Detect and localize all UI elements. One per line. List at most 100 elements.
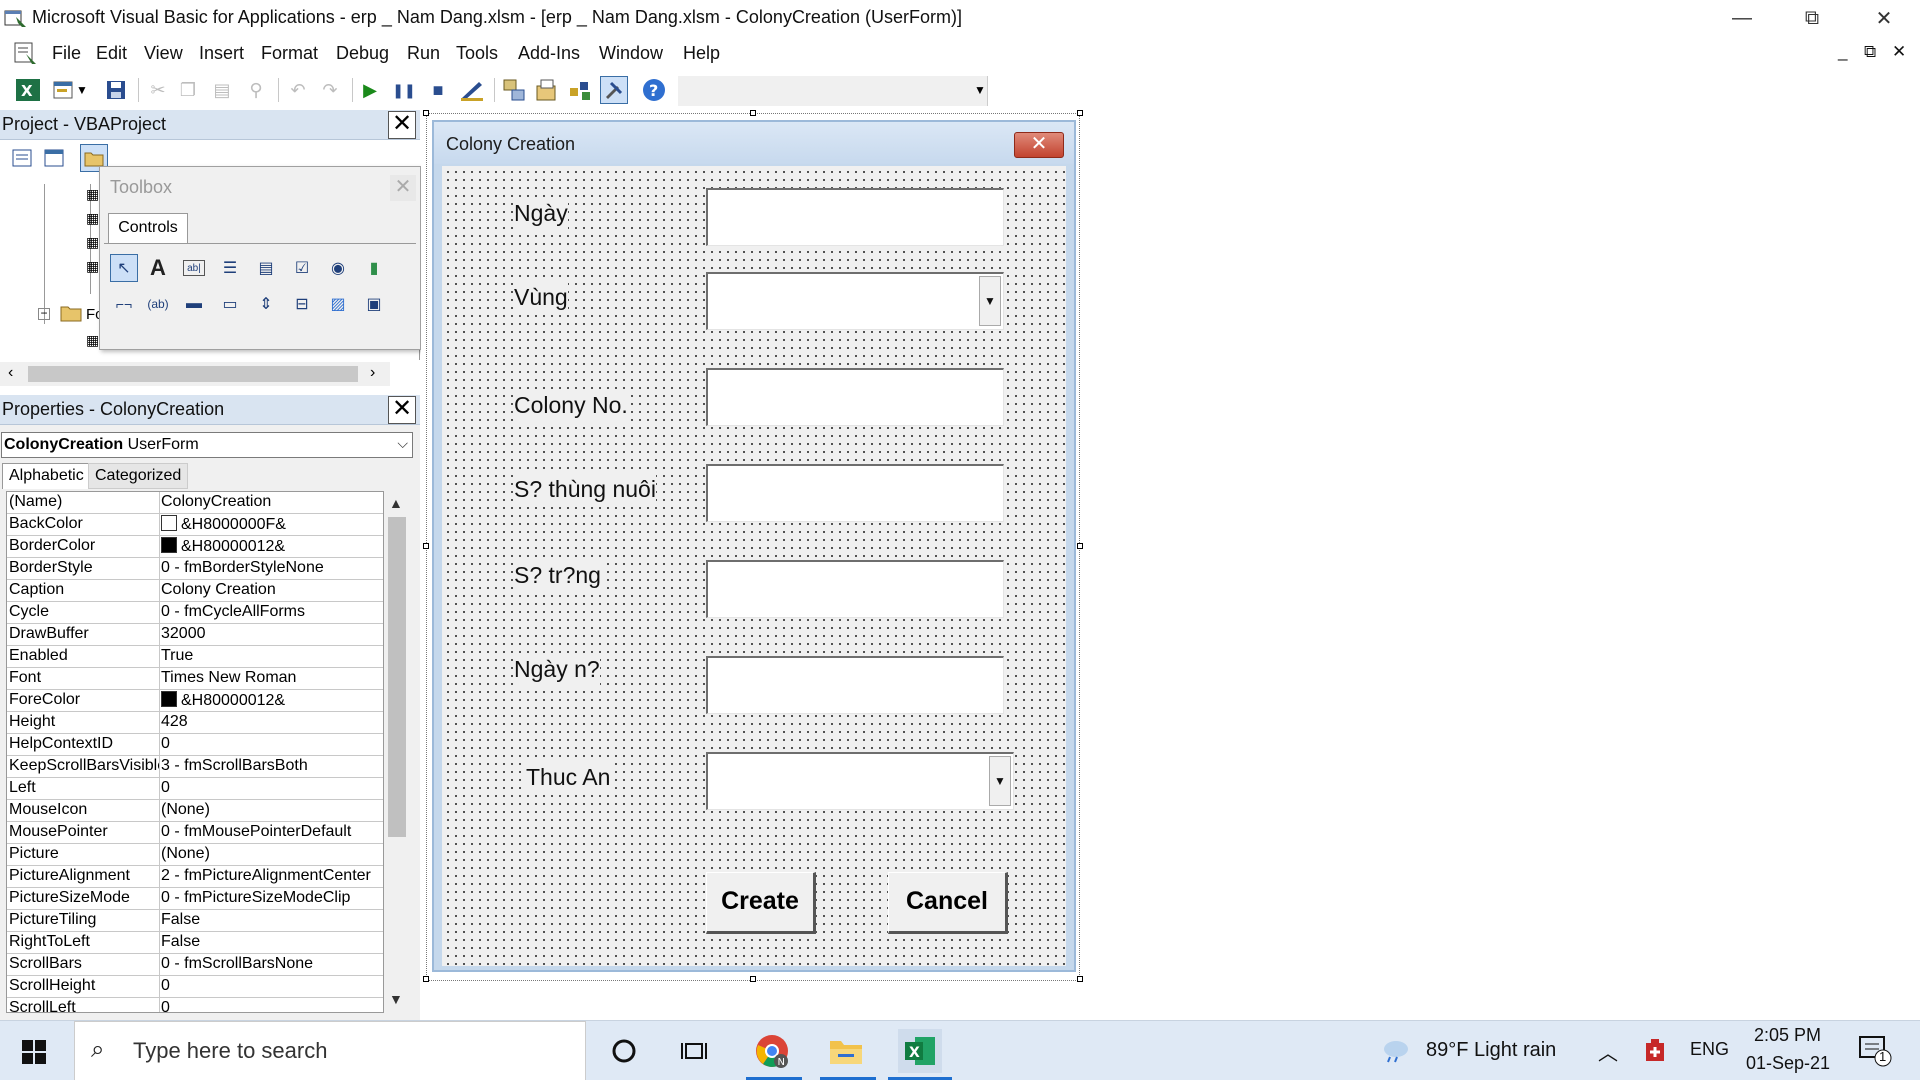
break-icon[interactable]: ❚❚ [390, 76, 418, 104]
scrollbar-control-icon[interactable]: ⇕ [252, 290, 280, 318]
mdi-restore-button[interactable]: ⧉ [1864, 42, 1876, 62]
label-colony-no[interactable]: Colony No. [514, 390, 628, 421]
commandbutton-control-icon[interactable]: (ab) [144, 290, 172, 318]
property-value-cell[interactable]: 0 [161, 999, 381, 1012]
property-value-cell[interactable]: &H8000000F& [161, 515, 381, 534]
scroll-thumb[interactable] [28, 366, 358, 382]
label-thuc-an[interactable]: Thuc An [526, 762, 611, 793]
clock-time[interactable]: 2:05 PM [1754, 1025, 1821, 1046]
property-value-cell[interactable]: False [161, 933, 381, 951]
mdi-minimize-button[interactable]: _ [1838, 42, 1847, 62]
menu-file[interactable]: File [52, 43, 81, 64]
textbox-so-trung[interactable] [706, 560, 1004, 618]
property-value-cell[interactable]: 32000 [161, 625, 381, 643]
tabstrip-control-icon[interactable]: ▬ [180, 290, 208, 318]
toolbox-close-button[interactable]: ✕ [390, 175, 416, 201]
property-row[interactable]: ForeColor &H80000012& [7, 690, 383, 712]
property-value-cell[interactable]: 0 [161, 977, 381, 995]
properties-vertical-scrollbar[interactable]: ▲ ▼ [384, 491, 410, 1013]
project-panel-close-button[interactable]: ✕ [388, 111, 416, 139]
property-value-cell[interactable]: (None) [161, 845, 381, 863]
label-control-icon[interactable]: A [144, 254, 172, 282]
property-value-cell[interactable]: 0 - fmCycleAllForms [161, 603, 381, 621]
userform-icon[interactable]: ▦ [86, 332, 99, 349]
resize-handle[interactable] [750, 110, 756, 116]
property-row[interactable]: Font Times New Roman [7, 668, 383, 690]
property-value-cell[interactable]: False [161, 911, 381, 929]
property-value-cell[interactable]: True [161, 647, 381, 665]
textbox-ngay-no[interactable] [706, 656, 1004, 714]
multipage-control-icon[interactable]: ▭ [216, 290, 244, 318]
label-so-thung-nuoi[interactable]: S? thùng nuôi [514, 474, 656, 505]
cut-icon[interactable]: ✂ [144, 76, 172, 104]
object-selector-combo[interactable]: ColonyCreation UserForm ⌵ [1, 432, 413, 458]
undo-icon[interactable]: ↶ [284, 76, 312, 104]
project-horizontal-scrollbar[interactable]: ‹ › [0, 362, 390, 386]
property-row[interactable]: MouseIcon (None) [7, 800, 383, 822]
property-value-cell[interactable]: &H80000012& [161, 537, 381, 556]
colony-creation-userform[interactable]: Colony Creation ✕ Ngày Vùng ▼ Colony No.… [432, 120, 1076, 972]
frame-control-icon[interactable]: ⌐¬ [110, 290, 138, 318]
refedit-control-icon[interactable]: ▣ [360, 290, 388, 318]
property-row[interactable]: BorderStyle 0 - fmBorderStyleNone [7, 558, 383, 580]
mdi-close-button[interactable]: ✕ [1892, 42, 1906, 62]
menu-help[interactable]: Help [683, 43, 720, 64]
reset-icon[interactable]: ■ [424, 76, 452, 104]
property-row[interactable]: RightToLeft False [7, 932, 383, 954]
run-icon[interactable]: ▶ [356, 76, 384, 104]
property-value-cell[interactable]: 2 - fmPictureAlignmentCenter [161, 867, 381, 885]
resize-handle[interactable] [750, 976, 756, 982]
textbox-so-thung-nuoi[interactable] [706, 464, 1004, 522]
label-ngay-no[interactable]: Ngày n? [514, 654, 600, 685]
property-value-cell[interactable]: 3 - fmScrollBarsBoth [161, 757, 381, 775]
properties-grid[interactable]: (Name) ColonyCreation BackColor &H8000000F&… [6, 491, 384, 1013]
resize-handle[interactable] [1077, 110, 1083, 116]
checkbox-control-icon[interactable]: ☑ [288, 254, 316, 282]
find-icon[interactable]: ⚲ [242, 76, 270, 104]
toolbox-tab-controls[interactable]: Controls [108, 213, 188, 243]
property-value-cell[interactable]: 0 - fmScrollBarsNone [161, 955, 381, 973]
vba-document-icon[interactable] [12, 40, 38, 66]
chevron-down-icon[interactable]: ▼ [989, 756, 1011, 806]
property-row[interactable]: KeepScrollBarsVisible 3 - fmScrollBarsBot… [7, 756, 383, 778]
spinbutton-control-icon[interactable]: ⊟ [288, 290, 316, 318]
textbox-control-icon[interactable]: ab| [183, 260, 205, 276]
property-row[interactable]: BackColor &H8000000F& [7, 514, 383, 536]
textbox-ngay[interactable] [706, 188, 1004, 246]
view-code-icon[interactable] [8, 144, 36, 172]
chevron-down-icon[interactable]: ⌵ [397, 435, 408, 452]
property-row[interactable]: Caption Colony Creation [7, 580, 383, 602]
menu-insert[interactable]: Insert [199, 43, 244, 64]
folder-icon[interactable] [60, 304, 82, 327]
excel-icon[interactable]: X [14, 76, 42, 104]
restore-button[interactable]: ⧉ [1783, 0, 1841, 36]
property-value-cell[interactable]: Times New Roman [161, 669, 381, 687]
show-hidden-icons-icon[interactable]: ︿ [1598, 1037, 1618, 1066]
togglebutton-control-icon[interactable]: ▮ [360, 254, 388, 282]
menu-edit[interactable]: Edit [96, 43, 127, 64]
menu-window[interactable]: Window [599, 43, 663, 64]
property-row[interactable]: ScrollHeight 0 [7, 976, 383, 998]
property-row[interactable]: Picture (None) [7, 844, 383, 866]
weather-icon[interactable] [1380, 1037, 1412, 1068]
module-icon[interactable]: ▦ [86, 234, 99, 251]
toolbox-icon[interactable] [600, 76, 628, 104]
clock-date[interactable]: 01-Sep-21 [1746, 1053, 1830, 1074]
property-value-cell[interactable]: (None) [161, 801, 381, 819]
module-icon[interactable]: ▦ [86, 186, 99, 203]
property-row[interactable]: PictureSizeMode 0 - fmPictureSizeModeClip [7, 888, 383, 910]
taskbar-search-box[interactable]: ⌕ Type here to search [74, 1021, 586, 1080]
resize-handle[interactable] [423, 976, 429, 982]
property-value-cell[interactable]: 428 [161, 713, 381, 731]
scroll-down-icon[interactable]: ▼ [389, 991, 403, 1007]
language-indicator[interactable]: ENG [1690, 1039, 1729, 1060]
module-icon[interactable]: ▦ [86, 258, 99, 275]
property-value-cell[interactable]: 0 - fmMousePointerDefault [161, 823, 381, 841]
select-objects-icon[interactable]: ↖ [110, 254, 138, 282]
property-value-cell[interactable]: 0 - fmPictureSizeModeClip [161, 889, 381, 907]
excel-taskbar-icon[interactable]: X [898, 1029, 942, 1073]
scroll-left-icon[interactable]: ‹ [8, 364, 13, 382]
cancel-button[interactable]: Cancel [888, 872, 1008, 934]
property-row[interactable]: ScrollLeft 0 [7, 998, 383, 1012]
help-icon[interactable]: ? [640, 76, 668, 104]
